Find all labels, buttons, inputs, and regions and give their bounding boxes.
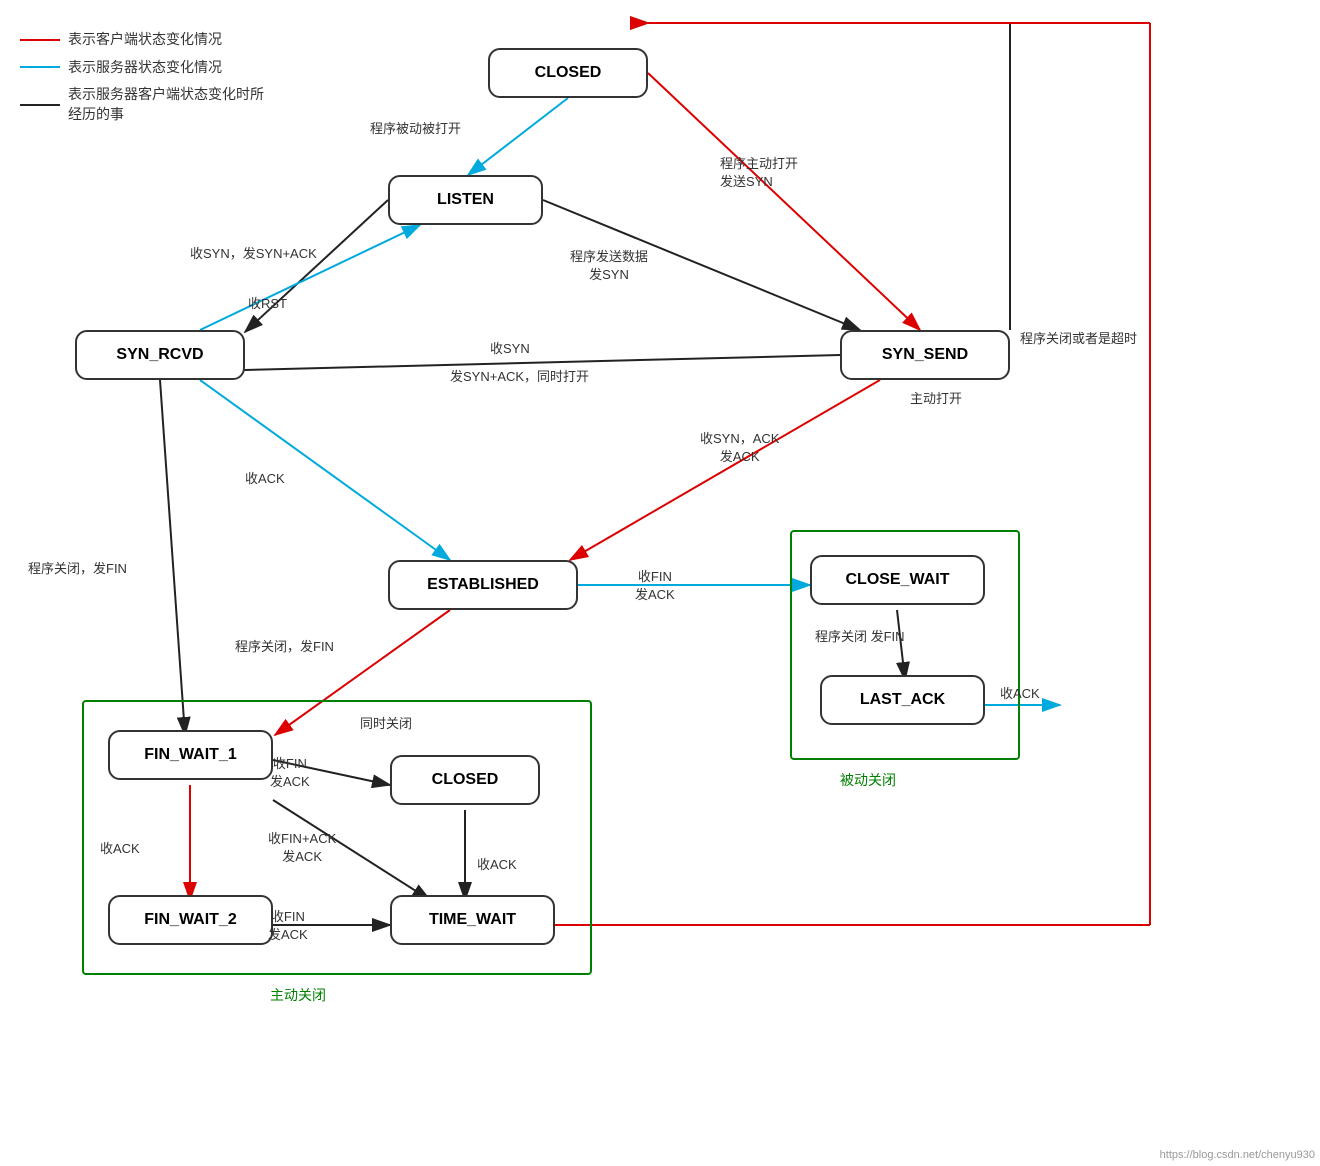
label-close-fin-1: 程序关闭，发FIN [28, 560, 127, 578]
label-recv-ack-ct: 收ACK [477, 856, 517, 874]
active-close-label: 主动关闭 [270, 985, 326, 1005]
label-recv-rst: 收RST [248, 295, 287, 313]
label-recv-ack-fw: 收ACK [100, 840, 140, 858]
active-close-box [82, 700, 592, 975]
tcp-state-diagram: 表示客户端状态变化情况 表示服务器状态变化情况 表示服务器客户端状态变化时所经历… [0, 0, 1320, 1166]
label-fw1-closed: 收FIN发ACK [270, 755, 310, 791]
passive-close-label: 被动关闭 [840, 770, 896, 790]
label-passive-open: 程序被动被打开 [370, 120, 461, 138]
state-established: ESTABLISHED [388, 560, 578, 610]
label-recv-ack-right: 收ACK [1000, 685, 1040, 703]
label-recv-synack: 收SYN，ACK发ACK [700, 430, 779, 466]
label-recv-fin-ack: 收FIN发ACK [635, 568, 675, 604]
label-close-fin-2: 程序关闭，发FIN [235, 638, 334, 656]
label-recv-ack: 收ACK [245, 470, 285, 488]
label-syn-synack: 收SYN，发SYN+ACK [190, 245, 317, 263]
watermark: https://blog.csdn.net/chenyu930 [1160, 1149, 1315, 1161]
label-active-open: 程序主动打开 发送SYN [720, 155, 798, 191]
label-close-timeout: 程序关闭或者是超时 [1020, 330, 1137, 348]
label-prog-send-syn: 程序发送数据发SYN [570, 248, 648, 284]
state-closed-top: CLOSED [488, 48, 648, 98]
label-close-fin-3: 程序关闭 发FIN [815, 628, 905, 646]
label-recv-finack: 收FIN+ACK发ACK [268, 830, 336, 866]
state-syn-send: SYN_SEND [840, 330, 1010, 380]
state-listen: LISTEN [388, 175, 543, 225]
label-simultaneous: 同时关闭 [360, 715, 412, 733]
label-active-open2: 主动打开 [910, 390, 962, 408]
state-syn-rcvd: SYN_RCVD [75, 330, 245, 380]
label-recv-syn: 收SYN [490, 340, 530, 358]
label-fw2-tw: 收FIN发ACK [268, 908, 308, 944]
label-syn-synack-open: 发SYN+ACK，同时打开 [450, 368, 589, 386]
